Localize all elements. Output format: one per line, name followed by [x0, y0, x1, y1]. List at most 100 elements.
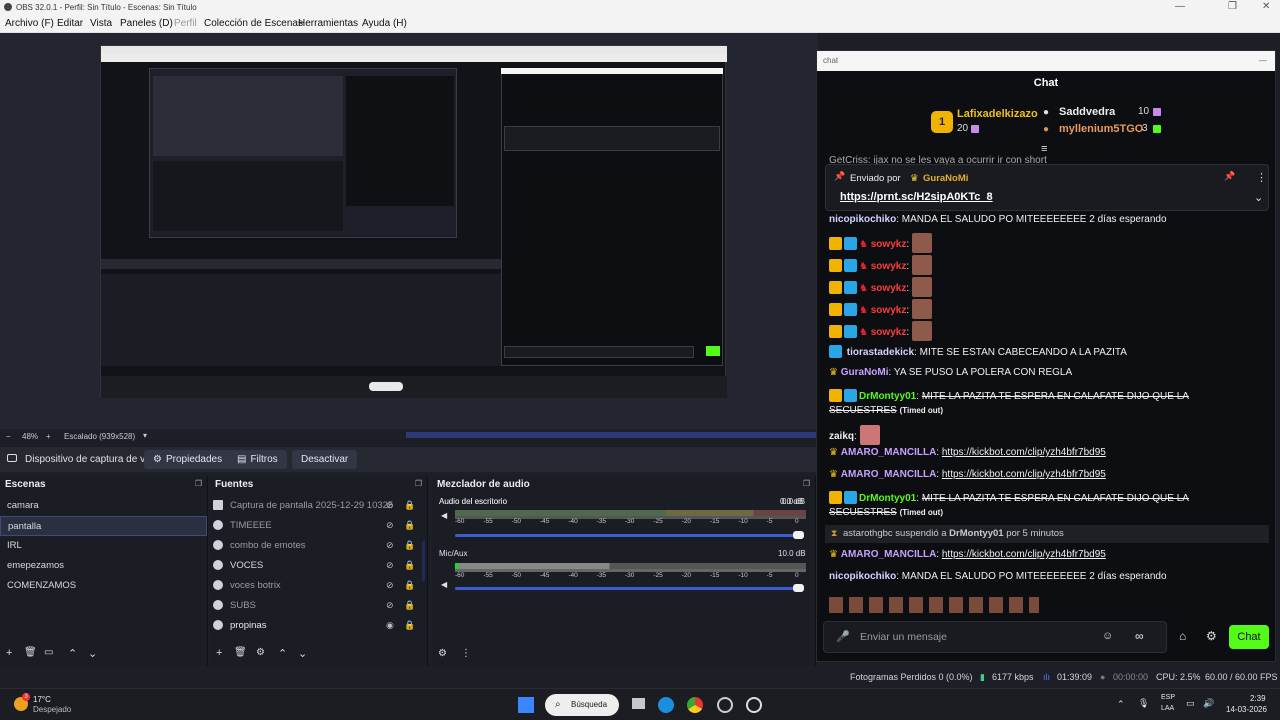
scene-item[interactable]: emepezamos [0, 556, 207, 576]
gear-icon[interactable]: ⚙ [256, 647, 265, 658]
image-icon [213, 500, 223, 510]
move-up-icon[interactable]: ⌃ [68, 647, 77, 660]
undock-icon[interactable]: ❐ [803, 479, 810, 488]
mixer-scrollbar[interactable] [422, 541, 425, 581]
speaker-icon[interactable]: ◀ [441, 580, 447, 589]
menu-paneles[interactable]: Paneles (D) [120, 18, 173, 29]
scene-item[interactable]: pantalla [0, 516, 207, 536]
pinned-link[interactable]: https://prnt.sc/H2sipA0KTc_8 [840, 191, 993, 203]
emoji-icon[interactable]: ☺ [1102, 630, 1113, 642]
weather-temp: 17°C [33, 695, 51, 704]
menu-editar[interactable]: Editar [57, 18, 83, 29]
menu-herramientas[interactable]: Herramientas [298, 18, 358, 29]
unpin-icon[interactable]: 📌 [1224, 171, 1235, 182]
move-down-icon[interactable]: ⌄ [88, 647, 97, 660]
clock-time[interactable]: 2:39 [1250, 694, 1266, 703]
microphone-icon[interactable]: 🎤 [836, 630, 850, 643]
more-icon[interactable]: ⋮ [1256, 171, 1267, 184]
meter-scale-label: -50 [511, 572, 522, 579]
deactivate-button[interactable]: Desactivar [292, 450, 358, 469]
trash-icon[interactable]: 🗑 [234, 647, 247, 658]
media-icon[interactable] [746, 697, 762, 713]
undock-icon[interactable]: ❐ [415, 479, 422, 488]
expand-icon[interactable]: ⌄ [1254, 191, 1263, 204]
add-source-icon[interactable]: + [216, 647, 222, 659]
menu-perfil[interactable]: Perfil [174, 18, 197, 29]
browser-icon [213, 520, 223, 530]
lock-icon[interactable]: 🔒 [404, 620, 415, 631]
volume-knob[interactable] [793, 584, 804, 592]
add-scene-icon[interactable]: + [6, 647, 12, 659]
lock-icon[interactable]: 🔒 [404, 580, 415, 591]
scaling-dropdown-icon[interactable]: ▾ [143, 431, 147, 440]
store-icon[interactable]: ⌂ [1179, 629, 1186, 643]
chrome-icon[interactable] [687, 697, 703, 713]
source-item[interactable]: combo de emotes ⊘ 🔒 [210, 536, 427, 556]
source-item[interactable]: TIMEEEE ⊘ 🔒 [210, 516, 427, 536]
visibility-icon[interactable]: ◉ [386, 620, 394, 631]
edge-icon[interactable] [658, 697, 674, 713]
source-item[interactable]: SUBS ⊘ 🔒 [210, 596, 427, 616]
properties-button[interactable]: ⚙ Propiedades [144, 450, 232, 469]
scene-item[interactable]: camara [0, 496, 207, 516]
maximize-icon[interactable]: ❐ [1228, 1, 1237, 12]
source-item[interactable]: propinas ◉ 🔒 [210, 616, 427, 636]
undock-icon[interactable]: ❐ [195, 479, 202, 488]
volume-slider[interactable] [455, 534, 801, 537]
title-bar: OBS 32.0.1 - Perfil: Sin Título - Escena… [0, 0, 1280, 15]
move-up-icon[interactable]: ⌃ [278, 647, 287, 660]
lang-code[interactable]: ESP [1161, 694, 1175, 701]
lock-icon[interactable]: 🔒 [404, 540, 415, 551]
visibility-hidden-icon[interactable]: ⊘ [386, 500, 394, 511]
network-icon[interactable]: ▭ [1186, 698, 1195, 709]
volume-slider[interactable] [455, 587, 801, 590]
lock-icon[interactable]: 🔒 [404, 560, 415, 571]
filters-button[interactable]: ▤ Filtros [228, 450, 287, 469]
zoom-out-icon[interactable]: − [6, 432, 11, 441]
windows-start-icon[interactable] [518, 697, 534, 713]
visibility-hidden-icon[interactable]: ⊘ [386, 600, 394, 611]
preview-area[interactable] [0, 33, 818, 429]
menu-archivo[interactable]: Archivo (F) [5, 18, 54, 29]
visibility-hidden-icon[interactable]: ⊘ [386, 560, 394, 571]
more-icon[interactable]: ⋮ [461, 648, 471, 659]
minimize-icon[interactable]: — [1175, 1, 1185, 12]
source-item[interactable]: Captura de pantalla 2025-12-29 10325 ⊘ 🔒 [210, 496, 427, 516]
menu-coleccion[interactable]: Colección de Escenas [204, 18, 303, 29]
scene-item[interactable]: COMENZAMOS [0, 576, 207, 596]
volume-icon[interactable]: 🔊 [1203, 698, 1214, 709]
meter-scale-label: -50 [511, 518, 522, 525]
mixer-settings-icon[interactable]: ⚙ [438, 648, 447, 659]
lock-icon[interactable]: 🔒 [404, 500, 415, 511]
trash-icon[interactable]: 🗑 [24, 647, 37, 658]
source-item[interactable]: VOCES ⊘ 🔒 [210, 556, 427, 576]
visibility-hidden-icon[interactable]: ⊘ [386, 580, 394, 591]
settings-icon[interactable]: ⚙ [1206, 629, 1217, 643]
menu-ayuda[interactable]: Ayuda (H) [362, 18, 407, 29]
mic-tray-icon[interactable]: 🎙 [1138, 698, 1149, 709]
zoom-in-icon[interactable]: + [46, 432, 51, 441]
lock-icon[interactable]: 🔒 [404, 520, 415, 531]
visibility-hidden-icon[interactable]: ⊘ [386, 520, 394, 531]
collapse-icon[interactable]: ≡ [1041, 143, 1047, 155]
visibility-hidden-icon[interactable]: ⊘ [386, 540, 394, 551]
menu-vista[interactable]: Vista [90, 18, 112, 29]
emote-bar[interactable] [829, 597, 1039, 613]
chat-input[interactable]: 🎤 Enviar un mensaje ☺ [823, 621, 1167, 653]
scene-settings-icon[interactable]: ▭ [44, 647, 53, 658]
link-icon[interactable]: ∞ [1135, 629, 1144, 643]
minimize-icon[interactable]: — [1259, 56, 1267, 65]
obs-taskbar-icon[interactable] [717, 697, 733, 713]
preview-scrollbar[interactable] [406, 432, 818, 438]
chat-send-button[interactable]: Chat [1229, 625, 1269, 649]
speaker-icon[interactable]: ◀ [441, 511, 447, 520]
source-item[interactable]: voces botrix ⊘ 🔒 [210, 576, 427, 596]
task-view-icon[interactable] [632, 698, 645, 709]
move-down-icon[interactable]: ⌄ [298, 647, 307, 660]
lock-icon[interactable]: 🔒 [404, 600, 415, 611]
volume-knob[interactable] [793, 531, 804, 539]
close-icon[interactable]: ✕ [1262, 1, 1270, 12]
scene-item[interactable]: IRL [0, 536, 207, 556]
gift-icon [1153, 108, 1161, 116]
chevron-up-icon[interactable]: ⌃ [1117, 699, 1125, 710]
